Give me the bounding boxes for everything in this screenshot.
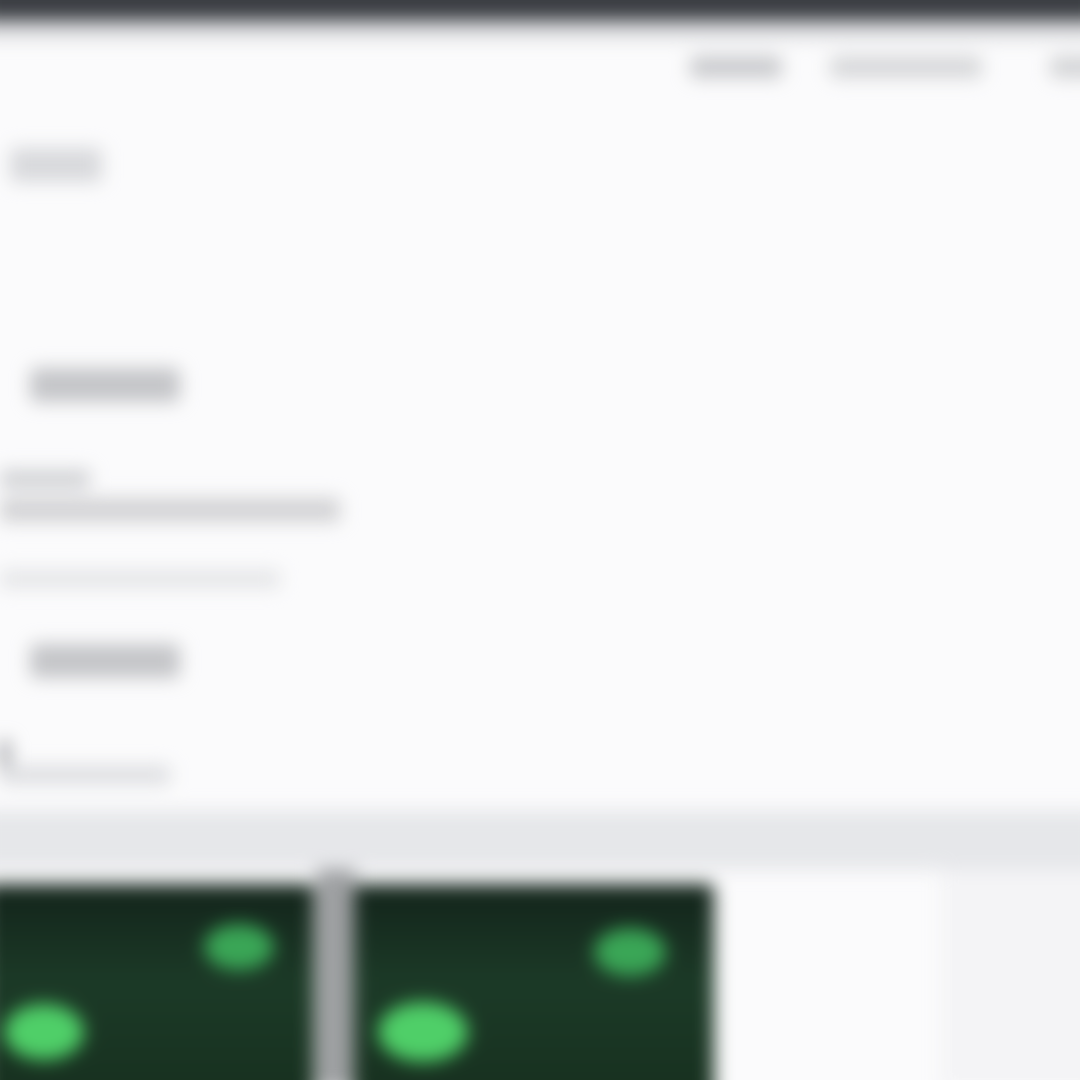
nav-item-2[interactable] [830,56,982,78]
green-glow-icon [378,1002,468,1062]
thumbnail-card-2[interactable] [354,884,714,1080]
top-bar-shadow [0,20,1080,38]
text-line [0,470,90,488]
thumbnail-card-1[interactable] [0,884,314,1080]
empty-area [940,870,1080,1080]
text-line [0,498,340,522]
text-line [0,766,170,784]
section-button-2[interactable] [30,644,180,678]
page-logo [10,148,102,182]
nav-item-1[interactable] [690,56,782,78]
section-divider [0,810,1080,870]
green-glow-icon [204,924,274,970]
blurred-page [0,0,1080,1080]
thumbnail-gap [316,870,356,1080]
green-glow-icon [594,928,666,976]
screen [0,0,1080,1080]
nav-item-3[interactable] [1050,56,1080,78]
green-glow-icon [4,1004,84,1060]
text-line [0,570,280,588]
section-button-1[interactable] [30,368,180,402]
